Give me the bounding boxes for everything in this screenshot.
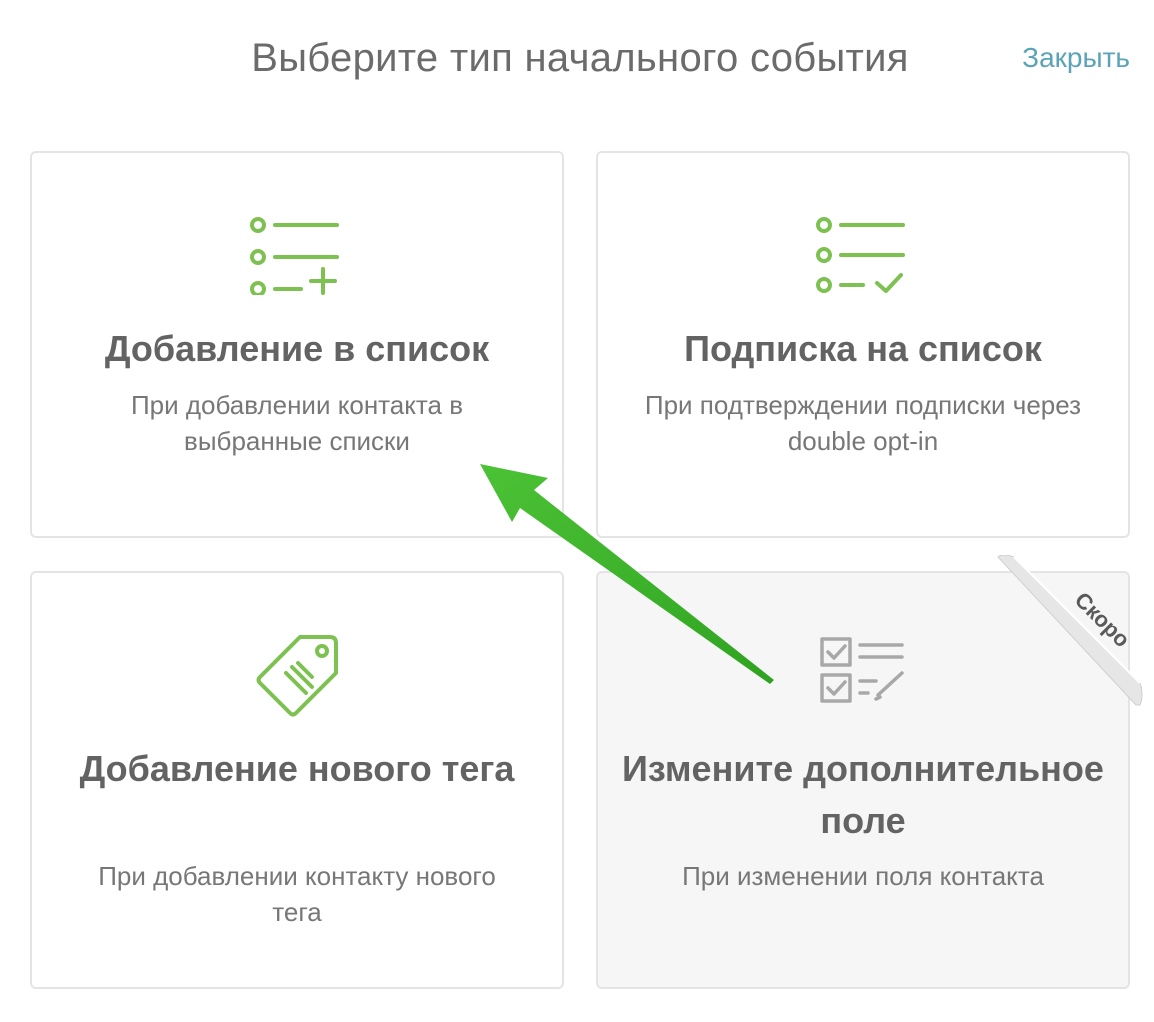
event-card-change-field: Измените дополнительное поле При изменен… [596,555,1143,989]
start-event-dialog: Выберите тип начального события Закрыть … [0,0,1154,1022]
list-add-icon [250,217,339,295]
card-title: Измените дополнительное поле [622,748,1104,841]
card-description: При подтверждении подписки через double … [644,390,1082,456]
event-card-add-to-list[interactable]: Добавление в список При добавлении конта… [30,151,564,538]
card-title: Подписка на список [684,328,1042,369]
close-button[interactable]: Закрыть [1022,42,1130,74]
tag-icon [256,635,338,717]
card-description: При изменении поля контакта [682,861,1044,891]
event-card-add-tag[interactable]: Добавление нового тега При добавлении ко… [30,571,564,989]
card-title: Добавление в список [104,328,490,369]
card-description: При добавлении контакта в выбранные спис… [130,390,464,456]
soon-badge: Скоро [1069,587,1135,653]
checklist-edit-icon [820,637,904,703]
card-title: Добавление нового тега [79,748,515,789]
card-description: При добавлении контакту нового тега [98,861,496,927]
dialog-title: Выберите тип начального события [251,36,909,80]
list-check-icon [816,217,905,293]
soon-ribbon: Скоро [984,555,1144,715]
event-card-subscribe-list[interactable]: Подписка на список При подтверждении под… [596,151,1130,538]
